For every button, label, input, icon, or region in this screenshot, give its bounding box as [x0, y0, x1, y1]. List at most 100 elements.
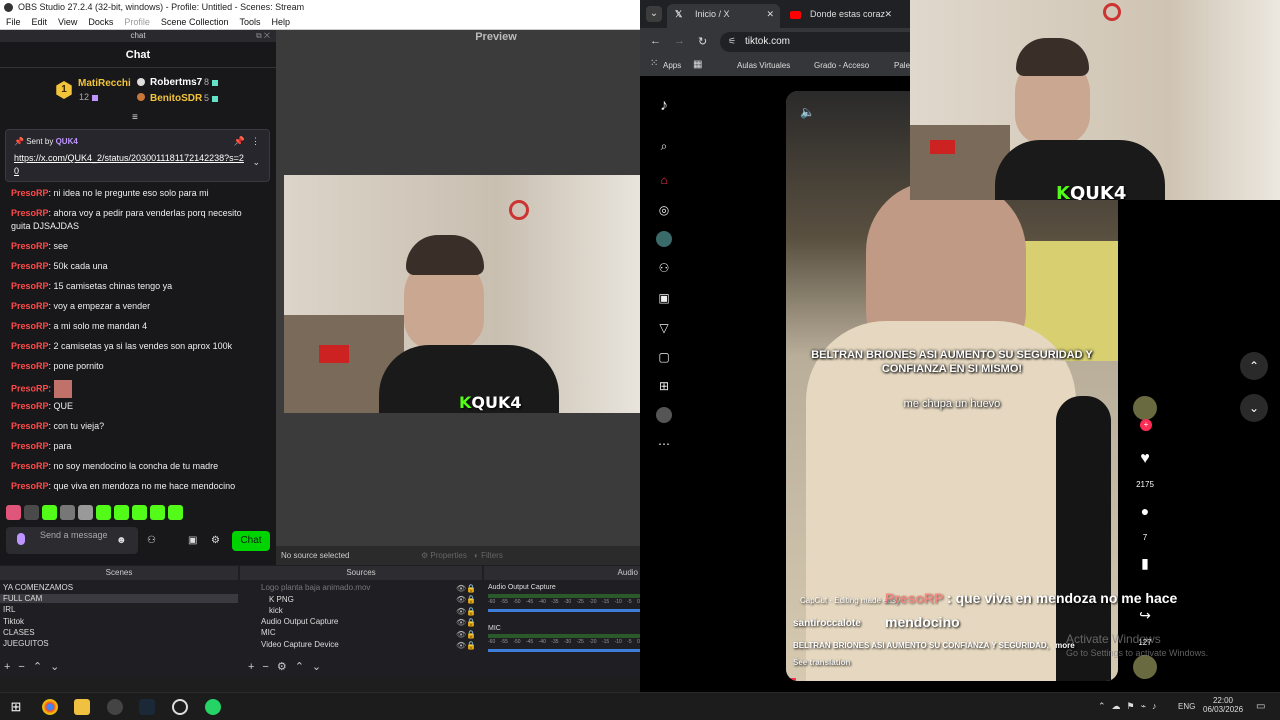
source-item[interactable]: Audio Output Capture [261, 617, 338, 626]
tab-x[interactable]: 𝕏 Inicio / X ✕ [667, 4, 780, 28]
more-icon[interactable]: ⋯ [656, 436, 672, 452]
emote-icon[interactable] [114, 505, 129, 520]
windows-start-icon[interactable]: ⊞ [8, 699, 24, 715]
source-item[interactable]: MIC [261, 628, 276, 637]
emote-icon[interactable] [60, 505, 75, 520]
volume-slider[interactable] [488, 609, 640, 612]
emoji-icon[interactable]: ☻ [116, 535, 127, 546]
reload-icon[interactable]: ↻ [698, 35, 707, 48]
bookmark-pale[interactable]: Pale [894, 61, 910, 70]
filters-button[interactable]: ◐ Filters [474, 551, 503, 560]
properties-button[interactable]: ⚙ Properties [421, 551, 467, 560]
scene-item[interactable]: YA COMENZAMOS [3, 583, 73, 592]
bookmark-grado[interactable]: Grado - Acceso [814, 61, 869, 70]
scene-item-selected[interactable]: FULL CAM [0, 594, 238, 603]
language-indicator[interactable]: ENG [1178, 702, 1195, 711]
steam-icon[interactable] [139, 699, 155, 715]
share-icon[interactable]: ↪ [1133, 607, 1157, 624]
menu-help[interactable]: Help [271, 15, 290, 29]
next-video-icon[interactable]: ⌄ [1240, 394, 1268, 422]
like-icon[interactable]: ♥ [1133, 450, 1157, 468]
menu-docks[interactable]: Docks [88, 15, 113, 29]
scene-controls[interactable]: +−⌃⌄ [4, 660, 67, 673]
scene-item[interactable]: IRL [3, 605, 15, 614]
scene-item[interactable]: CLASES [3, 628, 35, 637]
file-explorer-icon[interactable] [74, 699, 90, 715]
volume-icon[interactable]: 🔈 [800, 105, 815, 119]
whatsapp-icon[interactable] [205, 699, 221, 715]
menu-tools[interactable]: Tools [239, 15, 260, 29]
menu-scene-collection[interactable]: Scene Collection [161, 15, 229, 29]
tab-search-icon[interactable]: ⌄ [646, 6, 662, 22]
emote-icon[interactable] [78, 505, 93, 520]
music-disc-icon[interactable] [1133, 655, 1157, 679]
source-visibility-icons[interactable]: 👁🔒 👁🔒 👁🔒 👁🔒 👁🔒 👁🔒 [456, 583, 476, 651]
notifications-icon[interactable]: ▭ [1256, 701, 1265, 712]
emote-icon[interactable] [150, 505, 165, 520]
bookmark-icon[interactable]: ▮ [1133, 555, 1157, 572]
account-avatar-icon[interactable] [656, 407, 672, 423]
emote-icon[interactable] [42, 505, 57, 520]
source-item[interactable]: Logo planta baja animado.mov [261, 583, 370, 592]
explore-icon[interactable]: ◎ [656, 202, 672, 218]
home-icon[interactable]: ⌂ [656, 172, 672, 188]
scene-item[interactable]: Tiktok [3, 617, 24, 626]
tab-youtube[interactable]: Donde estas coraz ✕ [782, 4, 898, 28]
emote-icon[interactable] [6, 505, 21, 520]
source-controls[interactable]: +−⚙⌃⌄ [248, 660, 329, 673]
source-item[interactable]: K PNG [269, 595, 294, 604]
upload-icon[interactable]: ⊞ [656, 378, 672, 394]
profile-avatar-icon[interactable] [656, 231, 672, 247]
clock[interactable]: 22:00 06/03/2026 [1203, 696, 1243, 714]
creator-avatar-button[interactable] [1133, 396, 1157, 420]
gift-icon[interactable]: ▣ [188, 535, 197, 546]
volume-slider[interactable] [488, 649, 640, 652]
chrome-icon[interactable] [42, 699, 58, 715]
pin-icon[interactable]: 📌 [234, 136, 245, 147]
search-icon[interactable]: ⌕ [656, 138, 672, 154]
app-icon[interactable] [172, 699, 188, 715]
emote-icon[interactable] [24, 505, 39, 520]
source-item[interactable]: Video Capture Device [261, 640, 339, 649]
menu-view[interactable]: View [58, 15, 77, 29]
follow-plus-icon[interactable]: + [1140, 419, 1152, 431]
tab-groups-icon[interactable]: ▦ [693, 59, 702, 70]
url-text[interactable]: tiktok.com [745, 36, 790, 47]
obs-taskbar-icon[interactable] [107, 699, 123, 715]
emote-icon[interactable] [168, 505, 183, 520]
back-icon[interactable]: ← [650, 35, 661, 47]
forward-icon[interactable]: → [674, 35, 685, 47]
more-options-icon[interactable]: ⋮ [251, 136, 260, 147]
source-item[interactable]: kick [269, 606, 283, 615]
video-progress[interactable] [786, 678, 796, 681]
video-author[interactable]: santiroccalote [793, 618, 861, 629]
quick-emotes-icon[interactable]: ⚇ [147, 535, 156, 546]
site-info-icon[interactable]: ⚟ [728, 36, 736, 47]
gear-icon[interactable]: ⚙ [211, 535, 220, 546]
emote-icon[interactable] [96, 505, 111, 520]
menu-file[interactable]: File [6, 15, 21, 29]
chevron-down-icon[interactable]: ⌄ [252, 157, 260, 168]
system-tray-icons[interactable]: ⌃☁⚑⌁♪ [1098, 701, 1163, 712]
bookmark-apps[interactable]: Apps [663, 61, 681, 70]
close-tab-icon[interactable]: ✕ [884, 4, 892, 24]
following-icon[interactable]: ⚇ [656, 260, 672, 276]
tiktok-logo-icon[interactable]: ♪ [656, 98, 672, 114]
menu-edit[interactable]: Edit [32, 15, 48, 29]
inbox-icon[interactable]: ▢ [656, 349, 672, 365]
chat-send-button[interactable]: Chat [232, 531, 270, 551]
messages-icon[interactable]: ▽ [656, 320, 672, 336]
bookmark-aulas[interactable]: Aulas Virtuales [737, 61, 790, 70]
comment-icon[interactable]: ● [1133, 503, 1157, 519]
emote-icon[interactable] [132, 505, 147, 520]
dock-float-close-icon[interactable]: ⧉ ✕ [256, 30, 270, 42]
see-translation-link[interactable]: See translation [793, 658, 850, 667]
menu-profile[interactable]: Profile [124, 15, 150, 29]
live-icon[interactable]: ▣ [656, 290, 672, 306]
video-description: BELTRAN BRIONES ASI AUMENTO SU CONFIANZA… [793, 641, 1075, 650]
scene-item[interactable]: JUEGUITOS [3, 639, 49, 648]
close-tab-icon[interactable]: ✕ [766, 4, 774, 24]
expand-leaderboard-icon[interactable]: ≡ [132, 112, 138, 123]
pinned-link[interactable]: https://x.com/QUK4_2/status/203001118117… [14, 152, 244, 178]
previous-video-icon[interactable]: ⌃ [1240, 352, 1268, 380]
